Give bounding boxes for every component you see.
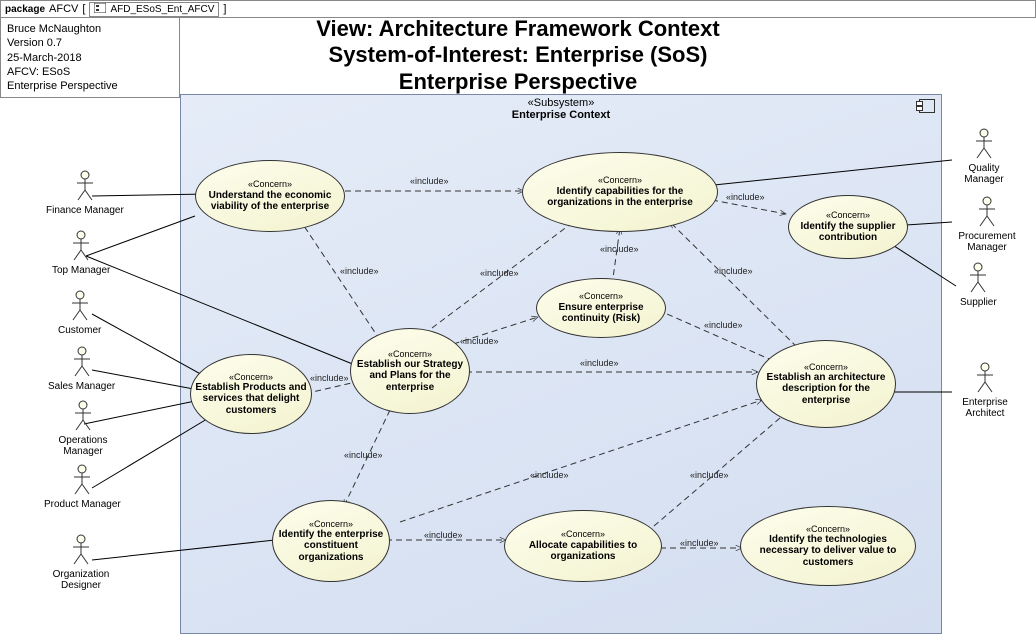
include-label: «include» — [410, 176, 449, 186]
concern-stereotype: «Concern» — [826, 210, 870, 220]
person-icon — [975, 362, 995, 397]
subsystem-name: Enterprise Context — [181, 109, 941, 121]
actor-product-manager[interactable]: Product Manager — [44, 464, 121, 510]
actor-label: Procurement Manager — [950, 231, 1024, 253]
actor-enterprise-architect[interactable]: Enterprise Architect — [954, 362, 1016, 419]
title-line-1: View: Architecture Framework Context — [0, 16, 1036, 42]
concern-stereotype: «Concern» — [229, 372, 273, 382]
actor-supplier[interactable]: Supplier — [960, 262, 997, 308]
concern-name: Identify the technologies necessary to d… — [745, 534, 911, 569]
person-icon — [72, 464, 92, 499]
actor-finance-manager[interactable]: Finance Manager — [46, 170, 124, 216]
actor-label: Supplier — [960, 297, 997, 308]
component-icon — [919, 99, 935, 113]
actor-label: Sales Manager — [48, 381, 115, 392]
include-label: «include» — [530, 470, 569, 480]
diagram-root: package AFCV [ AFD_ESoS_Ent_AFCV ] Bruce… — [0, 0, 1036, 644]
concern-stereotype: «Concern» — [248, 179, 292, 189]
package-name: AFCV — [49, 3, 78, 15]
actor-label: Customer — [58, 325, 101, 336]
actor-operations-manager[interactable]: Operations Manager — [52, 400, 114, 457]
package-bracket-close: ] — [223, 3, 226, 15]
diagram-ref-name: AFD_ESoS_Ent_AFCV — [110, 4, 214, 15]
actor-label: Operations Manager — [52, 435, 114, 457]
package-bracket-open: [ — [82, 3, 85, 15]
include-label: «include» — [424, 530, 463, 540]
actor-organization-designer[interactable]: Organization Designer — [46, 534, 116, 591]
person-icon — [974, 128, 994, 163]
person-icon — [72, 346, 92, 381]
concern-name: Ensure enterprise continuity (Risk) — [541, 302, 661, 325]
title-line-2: System-of-Interest: Enterprise (SoS) — [0, 42, 1036, 68]
concern-allocate-capabilities[interactable]: «Concern» Allocate capabilities to organ… — [504, 510, 662, 582]
include-label: «include» — [726, 192, 765, 202]
include-label: «include» — [580, 358, 619, 368]
concern-continuity-risk[interactable]: «Concern» Ensure enterprise continuity (… — [536, 278, 666, 338]
concern-identify-capabilities[interactable]: «Concern» Identify capabilities for the … — [522, 152, 718, 232]
concern-architecture-description[interactable]: «Concern» Establish an architecture desc… — [756, 340, 896, 428]
actor-label: Product Manager — [44, 499, 121, 510]
concern-name: Establish Products and services that del… — [195, 382, 307, 417]
concern-name: Identify capabilities for the organizati… — [527, 186, 713, 209]
actor-quality-manager[interactable]: Quality Manager — [956, 128, 1012, 185]
diagram-chip-icon — [94, 3, 106, 16]
concern-strategy-plans[interactable]: «Concern» Establish our Strategy and Pla… — [350, 328, 470, 414]
concern-stereotype: «Concern» — [309, 519, 353, 529]
include-label: «include» — [680, 538, 719, 548]
concern-stereotype: «Concern» — [388, 349, 432, 359]
concern-stereotype: «Concern» — [806, 524, 850, 534]
title-line-3: Enterprise Perspective — [0, 69, 1036, 95]
subsystem-header: «Subsystem» Enterprise Context — [181, 97, 941, 121]
actor-top-manager[interactable]: Top Manager — [52, 230, 110, 276]
actor-procurement-manager[interactable]: Procurement Manager — [950, 196, 1024, 253]
concern-name: Allocate capabilities to organizations — [509, 540, 657, 563]
include-label: «include» — [704, 320, 743, 330]
person-icon — [73, 400, 93, 435]
actor-label: Organization Designer — [46, 569, 116, 591]
include-label: «include» — [600, 244, 639, 254]
concern-economic-viability[interactable]: «Concern» Understand the economic viabil… — [195, 160, 345, 232]
concern-products-services[interactable]: «Concern» Establish Products and service… — [190, 354, 312, 434]
actor-customer[interactable]: Customer — [58, 290, 101, 336]
subsystem-stereotype: «Subsystem» — [181, 97, 941, 109]
concern-name: Identify the supplier contribution — [793, 221, 903, 244]
actor-label: Quality Manager — [956, 163, 1012, 185]
person-icon — [70, 290, 90, 325]
actor-label: Enterprise Architect — [954, 397, 1016, 419]
include-label: «include» — [714, 266, 753, 276]
actor-sales-manager[interactable]: Sales Manager — [48, 346, 115, 392]
concern-name: Identify the enterprise constituent orga… — [277, 529, 385, 564]
include-label: «include» — [344, 450, 383, 460]
concern-stereotype: «Concern» — [561, 529, 605, 539]
person-icon — [71, 230, 91, 265]
package-keyword: package — [5, 4, 45, 15]
concern-name: Understand the economic viability of the… — [200, 190, 340, 213]
concern-stereotype: «Concern» — [579, 291, 623, 301]
diagram-ref-chip[interactable]: AFD_ESoS_Ent_AFCV — [89, 2, 219, 17]
person-icon — [71, 534, 91, 569]
actor-label: Top Manager — [52, 265, 110, 276]
concern-stereotype: «Concern» — [804, 362, 848, 372]
include-label: «include» — [480, 268, 519, 278]
person-icon — [977, 196, 997, 231]
concern-constituent-orgs[interactable]: «Concern» Identify the enterprise consti… — [272, 500, 390, 582]
concern-name: Establish an architecture description fo… — [761, 372, 891, 407]
include-label: «include» — [340, 266, 379, 276]
concern-stereotype: «Concern» — [598, 175, 642, 185]
include-label: «include» — [690, 470, 729, 480]
actor-label: Finance Manager — [46, 205, 124, 216]
person-icon — [968, 262, 988, 297]
person-icon — [75, 170, 95, 205]
include-label: «include» — [460, 336, 499, 346]
concern-name: Establish our Strategy and Plans for the… — [355, 359, 465, 394]
concern-supplier-contribution[interactable]: «Concern» Identify the supplier contribu… — [788, 195, 908, 259]
include-label: «include» — [310, 373, 349, 383]
diagram-title: View: Architecture Framework Context Sys… — [0, 16, 1036, 95]
concern-technologies[interactable]: «Concern» Identify the technologies nece… — [740, 506, 916, 586]
